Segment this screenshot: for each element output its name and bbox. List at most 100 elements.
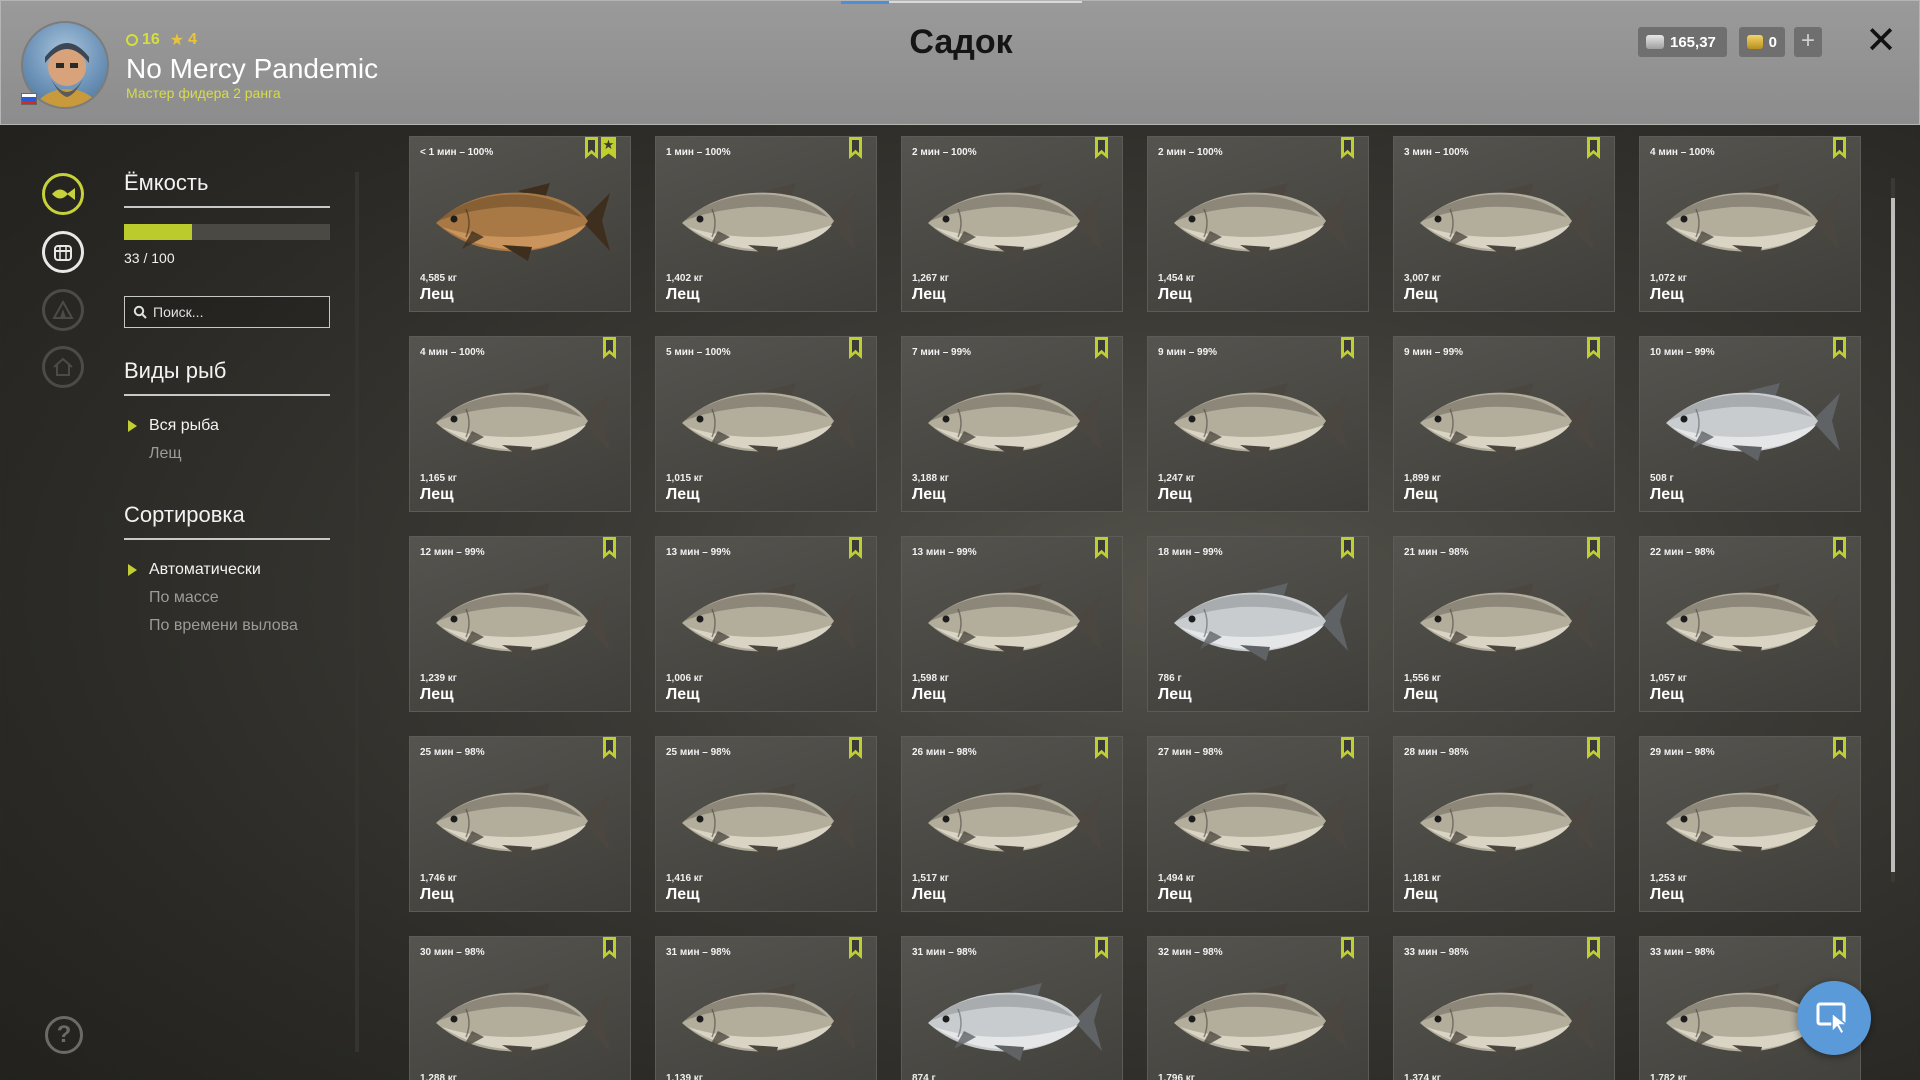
catch-card[interactable]: 26 мин – 98% 1,517 кг Лещ	[901, 736, 1123, 912]
bookmark-icon[interactable]	[1587, 337, 1600, 359]
bookmark-icon[interactable]	[1341, 937, 1354, 959]
catch-species-name: Лещ	[912, 286, 946, 303]
catch-card[interactable]: 2 мин – 100% 1,267 кг Лещ	[901, 136, 1123, 312]
sort-auto[interactable]: Автоматически	[124, 556, 330, 584]
catch-card[interactable]: 31 мин – 98%874 гЛещ	[901, 936, 1123, 1080]
search-icon	[133, 305, 147, 319]
bookmark-icon[interactable]	[1833, 337, 1846, 359]
catch-weight: 874 г	[912, 1073, 936, 1080]
add-currency-button[interactable]: +	[1794, 27, 1822, 57]
bookmark-icon[interactable]	[1095, 137, 1108, 159]
select-mode-button[interactable]	[1797, 981, 1871, 1055]
filter-panel: Ёмкость 33 / 100 Виды рыб Вся рыба Лещ С…	[124, 170, 330, 674]
species-filter-bream[interactable]: Лещ	[124, 440, 330, 468]
catch-card[interactable]: 13 мин – 99% 1,006 кг Лещ	[655, 536, 877, 712]
catch-card[interactable]: 3 мин – 100% 3,007 кг Лещ	[1393, 136, 1615, 312]
bream-fish-icon	[928, 383, 1102, 461]
catch-card[interactable]: < 1 мин – 100% ★ 4,585 кг Лещ	[409, 136, 631, 312]
bookmark-icon[interactable]	[849, 937, 862, 959]
bookmark-icon[interactable]	[1587, 137, 1600, 159]
catch-card[interactable]: 28 мин – 98% 1,181 кг Лещ	[1393, 736, 1615, 912]
silver-balance[interactable]: 165,37	[1638, 27, 1727, 57]
catch-card[interactable]: 9 мин – 99% 1,247 кг Лещ	[1147, 336, 1369, 512]
catch-card[interactable]: 25 мин – 98% 1,746 кг Лещ	[409, 736, 631, 912]
catch-card[interactable]: 31 мин – 98%1,139 кгЛещ	[655, 936, 877, 1080]
catch-card[interactable]: 13 мин – 99% 1,598 кг Лещ	[901, 536, 1123, 712]
bookmark-icon[interactable]	[1095, 337, 1108, 359]
search-input[interactable]	[153, 304, 313, 320]
catch-species-name: Лещ	[1404, 486, 1438, 503]
catch-time: 3 мин – 100%	[1404, 147, 1469, 158]
sort-by-weight[interactable]: По массе	[124, 584, 330, 612]
bookmark-icon[interactable]	[1587, 537, 1600, 559]
bookmark-icon[interactable]	[603, 937, 616, 959]
rail-house[interactable]	[42, 346, 84, 388]
bookmark-icon[interactable]	[585, 137, 598, 159]
catch-card[interactable]: 27 мин – 98% 1,494 кг Лещ	[1147, 736, 1369, 912]
catch-card[interactable]: 33 мин – 98%1,374 кгЛещ	[1393, 936, 1615, 1080]
search-box[interactable]	[124, 296, 330, 328]
catch-species-name: Лещ	[1158, 886, 1192, 903]
catch-card[interactable]: 4 мин – 100% 1,072 кг Лещ	[1639, 136, 1861, 312]
catch-card[interactable]: 5 мин – 100% 1,015 кг Лещ	[655, 336, 877, 512]
bookmark-icon[interactable]	[1587, 737, 1600, 759]
bookmark-icon[interactable]	[1833, 537, 1846, 559]
bream-fish-icon	[682, 583, 856, 661]
catch-card[interactable]: 18 мин – 99% 786 г Лещ	[1147, 536, 1369, 712]
species-filter-all[interactable]: Вся рыба	[124, 412, 330, 440]
bookmark-icon[interactable]	[603, 737, 616, 759]
rail-tent[interactable]	[42, 289, 84, 331]
catch-card[interactable]: 29 мин – 98% 1,253 кг Лещ	[1639, 736, 1861, 912]
rail-keepnet[interactable]	[42, 231, 84, 273]
bookmark-icon[interactable]	[1341, 337, 1354, 359]
catch-card[interactable]: 4 мин – 100% 1,165 кг Лещ	[409, 336, 631, 512]
catch-card[interactable]: 9 мин – 99% 1,899 кг Лещ	[1393, 336, 1615, 512]
bookmark-icon[interactable]	[603, 337, 616, 359]
bookmark-icon[interactable]	[849, 737, 862, 759]
bookmark-icon[interactable]	[849, 137, 862, 159]
catch-card[interactable]: 32 мин – 98%1,796 кгЛещ	[1147, 936, 1369, 1080]
bookmark-icon[interactable]	[1341, 137, 1354, 159]
player-stats: 16 ★ 4	[126, 30, 197, 50]
bookmark-icon[interactable]	[1095, 737, 1108, 759]
sort-by-catch-time[interactable]: По времени вылова	[124, 612, 330, 640]
bookmark-icon[interactable]	[1341, 537, 1354, 559]
scrollbar-thumb[interactable]	[1891, 198, 1895, 872]
bream-fish-icon	[1666, 383, 1840, 461]
catch-card[interactable]: 22 мин – 98% 1,057 кг Лещ	[1639, 536, 1861, 712]
bookmark-icon[interactable]	[603, 537, 616, 559]
bookmark-icon[interactable]	[1833, 137, 1846, 159]
bookmark-icon[interactable]	[849, 537, 862, 559]
card-flags	[1341, 337, 1354, 359]
catch-card[interactable]: 30 мин – 98%1,288 кгЛещ	[409, 936, 631, 1080]
catch-time: 25 мин – 98%	[666, 747, 731, 758]
catch-card[interactable]: 7 мин – 99% 3,188 кг Лещ	[901, 336, 1123, 512]
bookmark-icon[interactable]	[849, 337, 862, 359]
catch-card[interactable]: 25 мин – 98% 1,416 кг Лещ	[655, 736, 877, 912]
rail-fish-net[interactable]	[42, 173, 84, 215]
card-flags	[603, 537, 616, 559]
bookmark-icon[interactable]	[1341, 737, 1354, 759]
catch-time: 28 мин – 98%	[1404, 747, 1469, 758]
gold-balance[interactable]: 0	[1739, 27, 1785, 57]
catch-card[interactable]: 21 мин – 98% 1,556 кг Лещ	[1393, 536, 1615, 712]
catch-time: 4 мин – 100%	[1650, 147, 1715, 158]
close-button[interactable]: ✕	[1863, 21, 1899, 61]
card-flags	[1341, 137, 1354, 159]
bookmark-icon[interactable]	[1095, 537, 1108, 559]
help-button[interactable]: ?	[45, 1016, 83, 1054]
bream-fish-icon	[436, 983, 610, 1061]
catch-species-name: Лещ	[1650, 686, 1684, 703]
bookmark-icon[interactable]	[1833, 937, 1846, 959]
bookmark-icon[interactable]	[1587, 937, 1600, 959]
bookmark-icon[interactable]	[1833, 737, 1846, 759]
catch-card[interactable]: 2 мин – 100% 1,454 кг Лещ	[1147, 136, 1369, 312]
catch-card[interactable]: 10 мин – 99% 508 г Лещ	[1639, 336, 1861, 512]
bookmark-icon[interactable]	[1095, 937, 1108, 959]
bream-fish-icon	[1420, 383, 1594, 461]
catch-weight: 1,267 кг	[912, 273, 949, 284]
catch-card[interactable]: 1 мин – 100% 1,402 кг Лещ	[655, 136, 877, 312]
bookmark-inner	[852, 140, 859, 153]
catch-card[interactable]: 12 мин – 99% 1,239 кг Лещ	[409, 536, 631, 712]
bream-fish-icon	[682, 783, 856, 861]
